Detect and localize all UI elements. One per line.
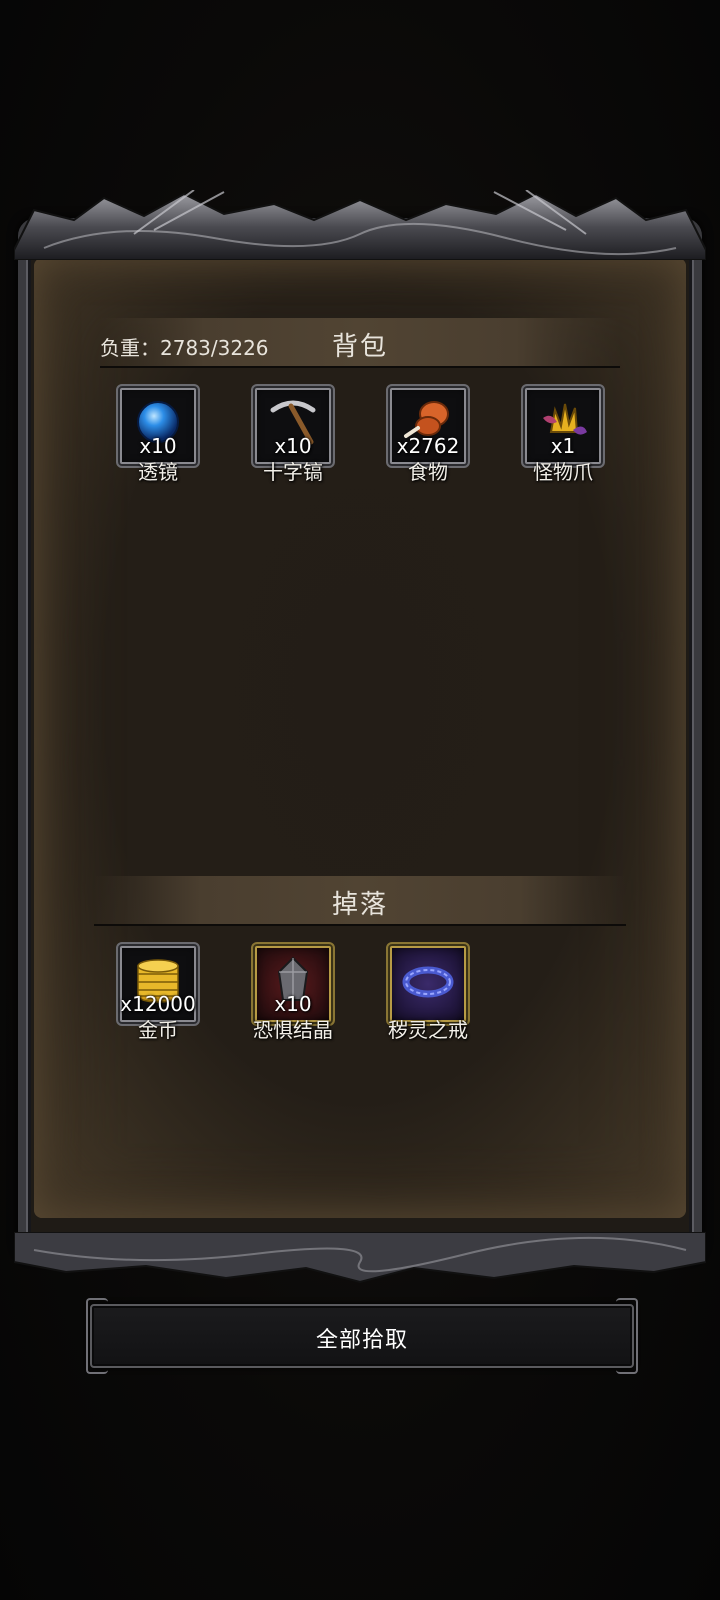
drop-item-ring[interactable]: 秽灵之戒 [386, 942, 470, 1042]
drops-title: 掉落 [331, 890, 388, 920]
ornate-bottom-border [14, 1232, 706, 1284]
item-count: x2762 [396, 434, 460, 458]
ornate-top-border [14, 190, 706, 260]
item-name: 透镜 [138, 460, 178, 484]
header-divider [94, 924, 626, 926]
item-name: 秽灵之戒 [388, 1018, 468, 1042]
drop-item-gold-coins[interactable]: x12000 金币 [116, 942, 200, 1042]
item-count: x10 [139, 434, 177, 458]
pickup-all-button[interactable]: 全部拾取 [86, 1298, 638, 1374]
item-name: 恐惧结晶 [253, 1018, 333, 1042]
item-count: x12000 [120, 992, 196, 1016]
drops-header: 掉落 [94, 876, 626, 926]
item-name: 十字镐 [263, 460, 323, 484]
inventory-panel [14, 190, 706, 1284]
item-name: 金币 [138, 1018, 178, 1042]
item-name: 食物 [408, 460, 448, 484]
item-name: 怪物爪 [533, 460, 593, 484]
item-count: x10 [274, 992, 312, 1016]
backpack-item-pickaxe[interactable]: x10 十字镐 [251, 384, 335, 484]
drop-item-fear-crystal[interactable]: x10 恐惧结晶 [251, 942, 335, 1042]
backpack-item-monster-claw[interactable]: x1 怪物爪 [521, 384, 605, 484]
ring-icon [402, 966, 454, 998]
backpack-item-food[interactable]: x2762 食物 [386, 384, 470, 484]
pickup-all-label: 全部拾取 [315, 1328, 408, 1353]
item-count: x1 [550, 434, 576, 458]
header-divider [100, 366, 620, 368]
item-count: x10 [274, 434, 312, 458]
backpack-item-lens[interactable]: x10 透镜 [116, 384, 200, 484]
backpack-header: 负重：2783/3226 背包 [100, 318, 620, 368]
backpack-title: 背包 [331, 332, 388, 362]
